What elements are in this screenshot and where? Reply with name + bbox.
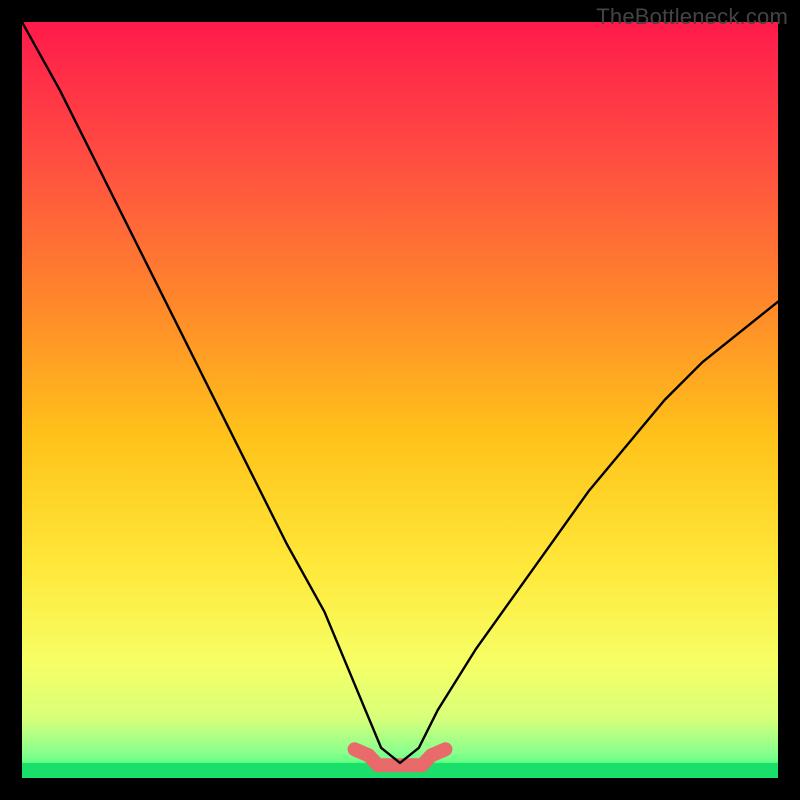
bottleneck-chart-svg (22, 22, 778, 778)
plot-area (22, 22, 778, 778)
watermark-text: TheBottleneck.com (596, 4, 788, 30)
chart-frame: TheBottleneck.com (0, 0, 800, 800)
